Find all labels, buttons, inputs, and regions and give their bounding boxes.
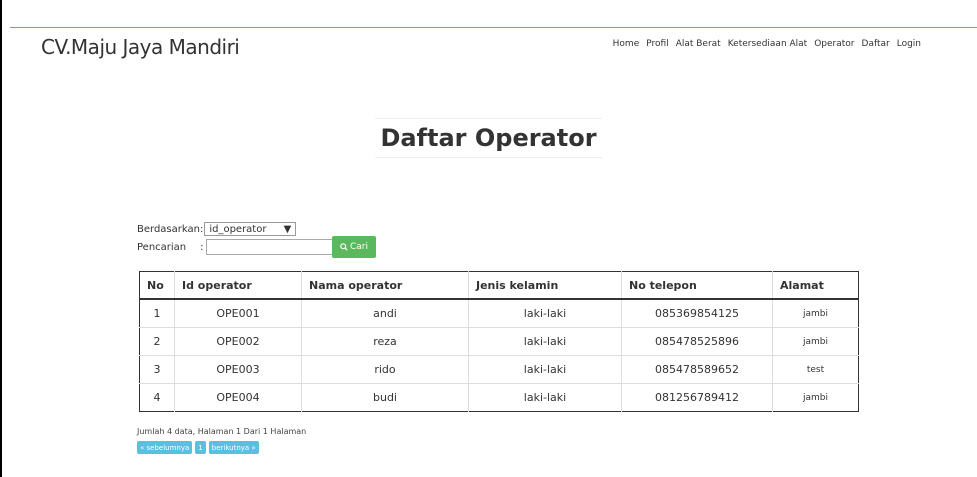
col-no-telepon: No telepon <box>621 271 773 300</box>
cell-jenis-kelamin: laki-laki <box>468 355 622 384</box>
search-input[interactable] <box>205 239 342 255</box>
table-row: 3 OPE003 rido laki-laki 085478589652 tes… <box>139 355 859 384</box>
field-select-value: id_operator <box>209 223 267 235</box>
cell-alamat: jambi <box>772 298 859 328</box>
pencarian-colon: : <box>200 241 204 253</box>
field-select[interactable]: id_operator ▼ <box>204 222 297 236</box>
cell-no: 2 <box>139 327 175 356</box>
cari-label: Cari <box>350 242 368 252</box>
next-page-button[interactable]: berikutnya » <box>208 441 259 454</box>
cari-button[interactable]: Cari <box>332 236 376 258</box>
cell-jenis-kelamin: laki-laki <box>468 383 622 412</box>
page-title-wrap: Daftar Operator <box>0 118 977 158</box>
nav-ketersediaan-alat[interactable]: Ketersediaan Alat <box>728 39 808 49</box>
table-header-row: No Id operator Nama operator Jenis kelam… <box>139 271 859 300</box>
cell-no: 3 <box>139 355 175 384</box>
cell-no-telepon: 081256789412 <box>621 383 773 412</box>
top-nav: Home Profil Alat Berat Ketersediaan Alat… <box>606 39 921 49</box>
cell-no: 1 <box>139 298 175 328</box>
nav-login[interactable]: Login <box>897 39 921 49</box>
cell-nama-operator: andi <box>301 298 469 328</box>
cell-id-operator: OPE003 <box>174 355 302 384</box>
nav-daftar[interactable]: Daftar <box>862 39 890 49</box>
cell-jenis-kelamin: laki-laki <box>468 327 622 356</box>
cell-no-telepon: 085478525896 <box>621 327 773 356</box>
cell-alamat: test <box>772 355 859 384</box>
cell-id-operator: OPE004 <box>174 383 302 412</box>
berdasarkan-label: Berdasarkan: <box>137 223 204 235</box>
nav-profil[interactable]: Profil <box>646 39 668 49</box>
cell-alamat: jambi <box>772 383 859 412</box>
pagination: « sebelumnya 1 berikutnya » <box>137 441 259 454</box>
page-title: Daftar Operator <box>375 118 602 158</box>
cell-no: 4 <box>139 383 175 412</box>
cell-nama-operator: reza <box>301 327 469 356</box>
col-no: No <box>139 271 175 300</box>
prev-page-button[interactable]: « sebelumnya <box>137 441 193 454</box>
nav-operator[interactable]: Operator <box>814 39 854 49</box>
nav-home[interactable]: Home <box>613 39 640 49</box>
cell-jenis-kelamin: laki-laki <box>468 298 622 328</box>
operator-table: No Id operator Nama operator Jenis kelam… <box>139 271 859 412</box>
cell-no-telepon: 085478589652 <box>621 355 773 384</box>
table-row: 1 OPE001 andi laki-laki 085369854125 jam… <box>139 298 859 328</box>
filter-form: Berdasarkan: id_operator ▼ Pencarian : <box>137 220 342 256</box>
header-accent-line <box>10 27 977 28</box>
cell-alamat: jambi <box>772 327 859 356</box>
dropdown-arrow-icon: ▼ <box>283 223 292 235</box>
page-1-button[interactable]: 1 <box>195 441 206 454</box>
cell-id-operator: OPE001 <box>174 298 302 328</box>
col-alamat: Alamat <box>772 271 859 300</box>
cell-no-telepon: 085369854125 <box>621 298 773 328</box>
col-jenis-kelamin: Jenis kelamin <box>468 271 622 300</box>
col-nama-operator: Nama operator <box>301 271 469 300</box>
pagination-info: Jumlah 4 data, Halaman 1 Dari 1 Halaman <box>137 427 307 436</box>
table-row: 2 OPE002 reza laki-laki 085478525896 jam… <box>139 327 859 356</box>
cell-nama-operator: budi <box>301 383 469 412</box>
pencarian-label: Pencarian <box>137 241 187 253</box>
search-icon <box>340 243 348 251</box>
nav-alat-berat[interactable]: Alat Berat <box>676 39 721 49</box>
cell-id-operator: OPE002 <box>174 327 302 356</box>
cell-nama-operator: rido <box>301 355 469 384</box>
brand-title[interactable]: CV.Maju Jaya Mandiri <box>41 35 240 59</box>
table-row: 4 OPE004 budi laki-laki 081256789412 jam… <box>139 383 859 412</box>
window-left-border <box>0 0 2 477</box>
col-id-operator: Id operator <box>174 271 302 300</box>
